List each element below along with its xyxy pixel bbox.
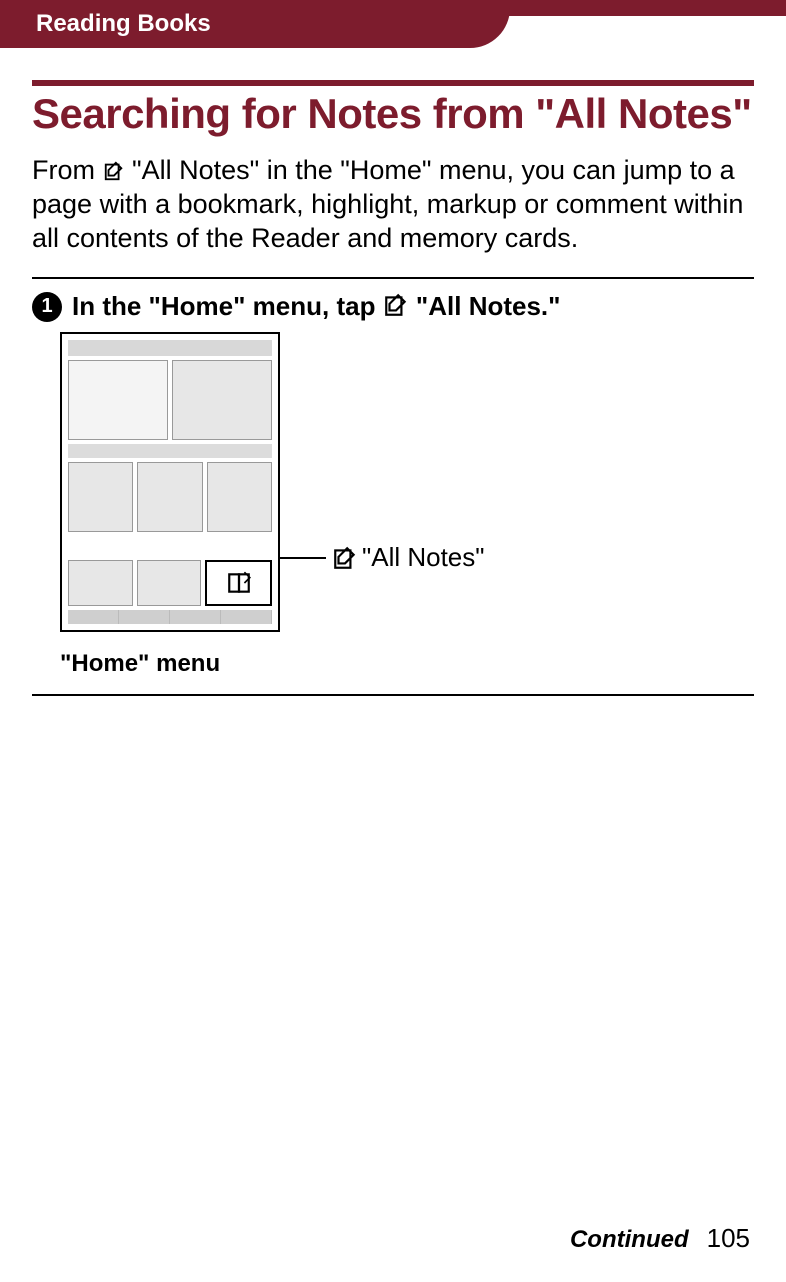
page-footer: Continued 105 bbox=[570, 1223, 750, 1254]
home-menu-screenshot bbox=[60, 332, 280, 632]
screenshot-top-row bbox=[68, 360, 272, 440]
step-number-bullet: 1 bbox=[32, 292, 62, 322]
screenshot-tile bbox=[137, 462, 202, 532]
screenshot-tile bbox=[68, 462, 133, 532]
header-tab: Reading Books bbox=[0, 0, 510, 48]
title-rule bbox=[32, 80, 754, 86]
screenshot-tile bbox=[68, 560, 133, 606]
header-bar: Reading Books bbox=[0, 0, 786, 62]
notes-icon bbox=[383, 292, 409, 318]
section-title: Reading Books bbox=[36, 10, 211, 38]
screenshot-mid-bar bbox=[68, 444, 272, 458]
notes-icon bbox=[103, 160, 125, 182]
pointer-line bbox=[280, 557, 326, 559]
callout-label: "All Notes" bbox=[332, 542, 485, 573]
continued-label: Continued bbox=[570, 1226, 689, 1254]
step-pre: In the "Home" menu, tap bbox=[72, 291, 383, 321]
figure-caption: "Home" menu bbox=[60, 650, 786, 678]
intro-pre: From bbox=[32, 155, 103, 185]
screenshot-header bbox=[68, 340, 272, 356]
step-instruction: In the "Home" menu, tap "All Notes." bbox=[72, 291, 560, 322]
callout-text: "All Notes" bbox=[362, 542, 485, 573]
screenshot-tile bbox=[68, 360, 168, 440]
notes-icon bbox=[332, 545, 358, 571]
screenshot-tile bbox=[172, 360, 272, 440]
page-number: 105 bbox=[707, 1223, 750, 1254]
intro-post: "All Notes" in the "Home" menu, you can … bbox=[32, 155, 743, 253]
step-row: 1 In the "Home" menu, tap "All Notes." bbox=[32, 291, 754, 322]
screenshot-icons-row bbox=[68, 560, 272, 606]
screenshot-covers-row bbox=[68, 462, 272, 532]
screenshot-footer bbox=[68, 610, 272, 624]
screenshot-tile bbox=[207, 462, 272, 532]
screenshot-tile bbox=[137, 560, 202, 606]
page-title: Searching for Notes from "All Notes" bbox=[32, 92, 754, 136]
step-post: "All Notes." bbox=[416, 291, 561, 321]
figure-area: "All Notes" bbox=[60, 332, 754, 632]
callout-pointer: "All Notes" bbox=[280, 542, 485, 573]
intro-paragraph: From "All Notes" in the "Home" menu, you… bbox=[32, 154, 754, 255]
divider-lower bbox=[32, 694, 754, 696]
all-notes-tile-highlight bbox=[205, 560, 272, 606]
divider-upper bbox=[32, 277, 754, 279]
